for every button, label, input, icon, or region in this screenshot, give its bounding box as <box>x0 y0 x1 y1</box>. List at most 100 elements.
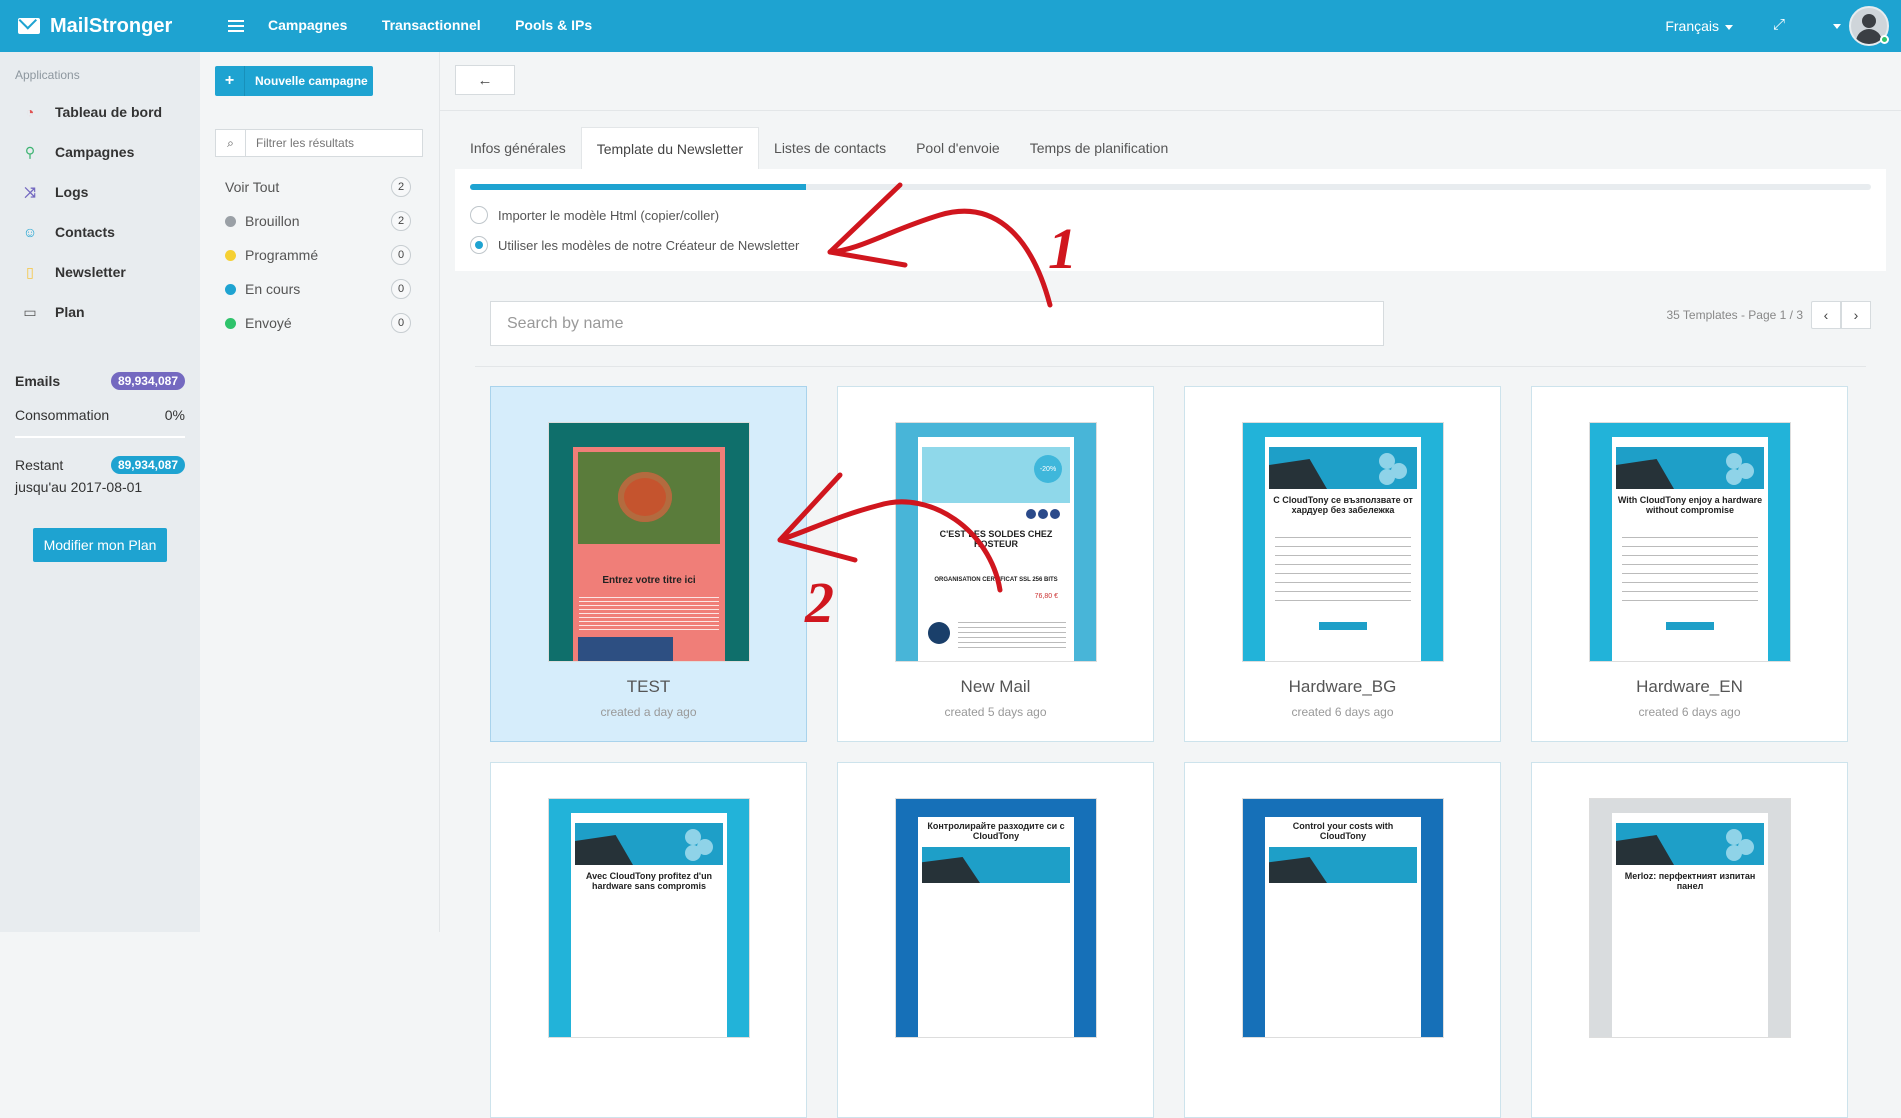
template-thumbnail: Control your costs with CloudTony <box>1243 799 1443 1037</box>
thumb-title: Контролирайте разходите си с CloudTony <box>927 821 1065 841</box>
fullscreen-icon[interactable] <box>1773 16 1787 33</box>
consumption-label: Consommation <box>15 407 110 423</box>
status-count: 2 <box>391 177 411 197</box>
brand-name: MailStronger <box>50 14 173 37</box>
wizard-tabs: Infos générales Template du Newsletter L… <box>455 127 1183 169</box>
status-count: 2 <box>391 211 411 231</box>
sidebar-item-label: Newsletter <box>55 264 126 280</box>
template-card[interactable]: С CloudTony се възползвате от хардуер бе… <box>1184 386 1501 742</box>
language-selector[interactable]: Français <box>1665 18 1733 34</box>
language-label: Français <box>1665 18 1719 34</box>
emails-badge: 89,934,087 <box>110 372 185 390</box>
thumb-title: With CloudTony enjoy a hardware without … <box>1617 495 1763 515</box>
top-bar: MailStronger Campagnes Transactionnel Po… <box>0 0 1901 52</box>
cloudtony-header-image <box>922 847 1070 883</box>
sidebar-item-plan[interactable]: ▭ Plan <box>0 292 200 332</box>
thumb-button <box>1319 622 1367 630</box>
thumb-title: С CloudTony се възползвате от хардуер бе… <box>1273 495 1413 515</box>
template-card[interactable]: C'EST LES SOLDES CHEZ HOSTEUR ORGANISATI… <box>837 386 1154 742</box>
thumb-title: Merloz: перфектният изпитан панел <box>1624 871 1756 891</box>
until-row: jusqu'au 2017-08-01 <box>15 476 185 498</box>
thumb-title: Entrez votre titre ici <box>602 575 696 586</box>
pagination: 35 Templates - Page 1 / 3 ‹ › <box>1666 301 1871 329</box>
thumb-button <box>1666 622 1714 630</box>
sidebar-item-campagnes[interactable]: ⚲ Campagnes <box>0 132 200 172</box>
menu-toggle-icon[interactable] <box>228 20 244 32</box>
tomatoes-image <box>578 452 720 544</box>
progress-bar <box>470 184 1871 190</box>
template-card[interactable]: Entrez votre titre ici TEST created a da… <box>490 386 807 742</box>
filter-input[interactable] <box>246 136 416 150</box>
filter-column: + Nouvelle campagne ⌕ Voir Tout 2 Brouil… <box>200 52 440 932</box>
template-date: created a day ago <box>600 705 697 719</box>
cloudtony-header-image <box>1616 823 1764 865</box>
prev-page-button[interactable]: ‹ <box>1811 301 1841 329</box>
search-input[interactable]: Search by name <box>490 301 1384 346</box>
status-label: Voir Tout <box>225 179 280 195</box>
template-name: Hardware_BG <box>1288 677 1397 696</box>
campaign-icon: ⚲ <box>24 143 36 160</box>
status-count: 0 <box>391 279 411 299</box>
thumb-text-lines <box>1622 537 1758 607</box>
cloudtony-header-image <box>1269 847 1417 883</box>
chevron-down-icon <box>1725 24 1733 30</box>
logo-icon <box>928 622 950 644</box>
tab-pool-envoie[interactable]: Pool d'envoie <box>901 127 1015 169</box>
thumb-title: Avec CloudTony profitez d'un hardware sa… <box>585 871 713 891</box>
sidebar-item-dashboard[interactable]: ◔ Tableau de bord <box>0 92 200 132</box>
nav-campagnes[interactable]: Campagnes <box>268 17 347 33</box>
modify-plan-button[interactable]: Modifier mon Plan <box>33 528 167 562</box>
divider <box>475 366 1866 367</box>
option-import-html[interactable]: Importer le modèle Html (copier/coller) <box>470 206 719 224</box>
plus-icon: + <box>215 66 245 96</box>
template-thumbnail: Merloz: перфектният изпитан панел <box>1590 799 1790 1037</box>
remaining-row: Restant 89,934,087 <box>15 454 185 476</box>
tab-listes-contacts[interactable]: Listes de contacts <box>759 127 901 169</box>
status-envoye[interactable]: Envoyé 0 <box>225 306 411 340</box>
tab-infos-generales[interactable]: Infos générales <box>455 127 581 169</box>
status-en-cours[interactable]: En cours 0 <box>225 272 411 306</box>
new-campaign-button[interactable]: + Nouvelle campagne <box>215 66 373 96</box>
radio-import-html[interactable] <box>470 206 488 224</box>
user-menu-chevron-icon[interactable] <box>1833 23 1841 29</box>
remaining-label: Restant <box>15 457 64 473</box>
social-icons <box>1026 509 1066 519</box>
main-content: ← Infos générales Template du Newsletter… <box>440 52 1901 1118</box>
template-card[interactable]: Avec CloudTony profitez d'un hardware sa… <box>490 762 807 1118</box>
status-label: Programmé <box>245 247 319 263</box>
template-card[interactable]: Merloz: перфектният изпитан панел <box>1531 762 1848 1118</box>
tab-temps-planification[interactable]: Temps de planification <box>1015 127 1184 169</box>
sidebar-item-newsletter[interactable]: ▯ Newsletter <box>0 252 200 292</box>
blueberries-image <box>578 637 673 661</box>
status-dot <box>225 215 236 227</box>
back-button[interactable]: ← <box>455 65 515 95</box>
next-page-button[interactable]: › <box>1841 301 1871 329</box>
template-card[interactable]: Контролирайте разходите си с CloudTony <box>837 762 1154 1118</box>
logs-icon: ⤨ <box>24 183 36 200</box>
envelope-icon <box>18 18 40 34</box>
nav-transactionnel[interactable]: Transactionnel <box>382 17 481 33</box>
brand[interactable]: MailStronger <box>0 15 200 38</box>
top-right: Français <box>1665 6 1901 46</box>
status-dot <box>225 249 236 261</box>
sidebar-item-contacts[interactable]: ☺ Contacts <box>0 212 200 252</box>
template-thumbnail: C'EST LES SOLDES CHEZ HOSTEUR ORGANISATI… <box>896 423 1096 661</box>
divider <box>440 110 1901 111</box>
status-count: 0 <box>391 313 411 333</box>
tab-template-newsletter[interactable]: Template du Newsletter <box>580 127 760 169</box>
plan-icon: ▭ <box>23 303 37 320</box>
template-card[interactable]: With CloudTony enjoy a hardware without … <box>1531 386 1848 742</box>
search-icon: ⌕ <box>216 130 246 156</box>
sidebar-item-logs[interactable]: ⤨ Logs <box>0 172 200 212</box>
status-programme[interactable]: Programmé 0 <box>225 238 411 272</box>
usage-stats: Emails 89,934,087 Consommation 0% Restan… <box>0 370 200 562</box>
status-count: 0 <box>391 245 411 265</box>
status-brouillon[interactable]: Brouillon 2 <box>225 204 411 238</box>
remaining-badge: 89,934,087 <box>110 456 185 474</box>
status-all[interactable]: Voir Tout 2 <box>225 170 411 204</box>
option-use-builder[interactable]: Utiliser les modèles de notre Créateur d… <box>470 236 799 254</box>
template-card[interactable]: Control your costs with CloudTony <box>1184 762 1501 1118</box>
template-name: New Mail <box>960 677 1031 696</box>
nav-pools-ips[interactable]: Pools & IPs <box>515 17 592 33</box>
radio-use-builder[interactable] <box>470 236 488 254</box>
